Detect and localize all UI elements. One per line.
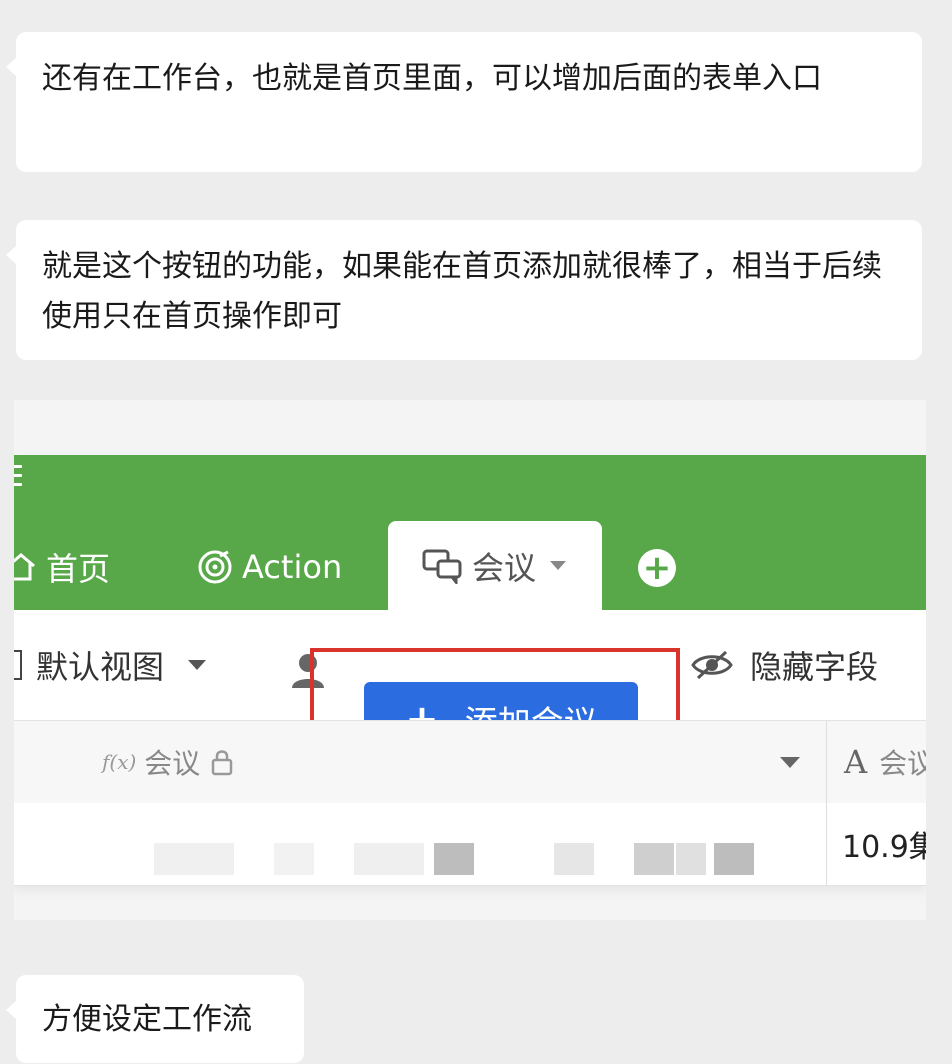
message-text: 方便设定工作流 (42, 1002, 252, 1037)
redacted-cell-content (634, 843, 674, 875)
chevron-down-icon[interactable] (780, 757, 800, 768)
table-cell: 10.9集 (842, 830, 926, 865)
column-header-label: 会议 (144, 747, 201, 780)
nav-action-label: Action (242, 548, 343, 586)
chat-bubble-2: 就是这个按钮的功能，如果能在首页添加就很棒了，相当于后续使用只在首页操作即可 (6, 220, 922, 360)
nav-action[interactable]: Action (196, 543, 342, 591)
chevron-down-icon[interactable] (550, 561, 567, 570)
app-window: 首页 Action 会议 + 默认视图 隐藏字段 f(x) 会议 A 会议 10… (14, 455, 926, 886)
column-header-formula[interactable]: f(x) 会议 (102, 721, 234, 803)
column-divider (826, 721, 827, 803)
redacted-cell-content (354, 843, 424, 875)
table-row[interactable]: 10.9集 (14, 803, 926, 886)
redacted-cell-content (434, 843, 474, 875)
redacted-cell-content (274, 843, 314, 875)
home-icon (14, 550, 38, 584)
column-divider (826, 803, 827, 885)
menu-icon[interactable] (14, 465, 22, 492)
message-text: 还有在工作台，也就是首页里面，可以增加后面的表单入口 (42, 61, 822, 96)
chevron-down-icon (188, 660, 207, 670)
sheet-icon (14, 650, 22, 680)
hide-fields-button[interactable]: 隐藏字段 (690, 640, 878, 690)
tab-meeting[interactable]: 会议 (388, 521, 602, 610)
eye-off-icon (690, 650, 734, 680)
nav-home-label: 首页 (46, 550, 111, 588)
nav-home[interactable]: 首页 (14, 543, 110, 591)
column-header-label: 会议 (879, 747, 926, 780)
message-text: 就是这个按钮的功能，如果能在首页添加就很棒了，相当于后续使用只在首页操作即可 (42, 249, 882, 334)
column-header-text[interactable]: A 会议 (844, 721, 926, 803)
chat-bubble-1: 还有在工作台，也就是首页里面，可以增加后面的表单入口 (6, 32, 922, 172)
tab-meeting-label: 会议 (472, 548, 537, 587)
target-icon (196, 548, 234, 586)
embedded-screenshot: 首页 Action 会议 + 默认视图 隐藏字段 f(x) 会议 A 会议 10… (14, 400, 926, 920)
top-nav-bar: 首页 Action 会议 + (14, 455, 926, 610)
table-header: f(x) 会议 A 会议 (14, 720, 926, 804)
formula-icon: f(x) (102, 750, 137, 774)
add-tab-plus-icon[interactable]: + (638, 549, 676, 587)
view-selector-label: 默认视图 (36, 648, 165, 686)
redacted-cell-content (714, 843, 754, 875)
redacted-cell-content (154, 843, 234, 875)
view-selector[interactable]: 默认视图 (14, 640, 207, 690)
text-type-icon: A (844, 743, 868, 781)
toolbar: 默认视图 + 添加会议 隐藏字段 (14, 610, 926, 780)
redacted-cell-content (676, 843, 706, 875)
hide-fields-label: 隐藏字段 (750, 648, 879, 686)
chat-bubbles-icon (422, 548, 464, 584)
redacted-cell-content (554, 843, 594, 875)
lock-icon (210, 748, 234, 776)
chat-bubble-3: 方便设定工作流 (6, 975, 304, 1063)
